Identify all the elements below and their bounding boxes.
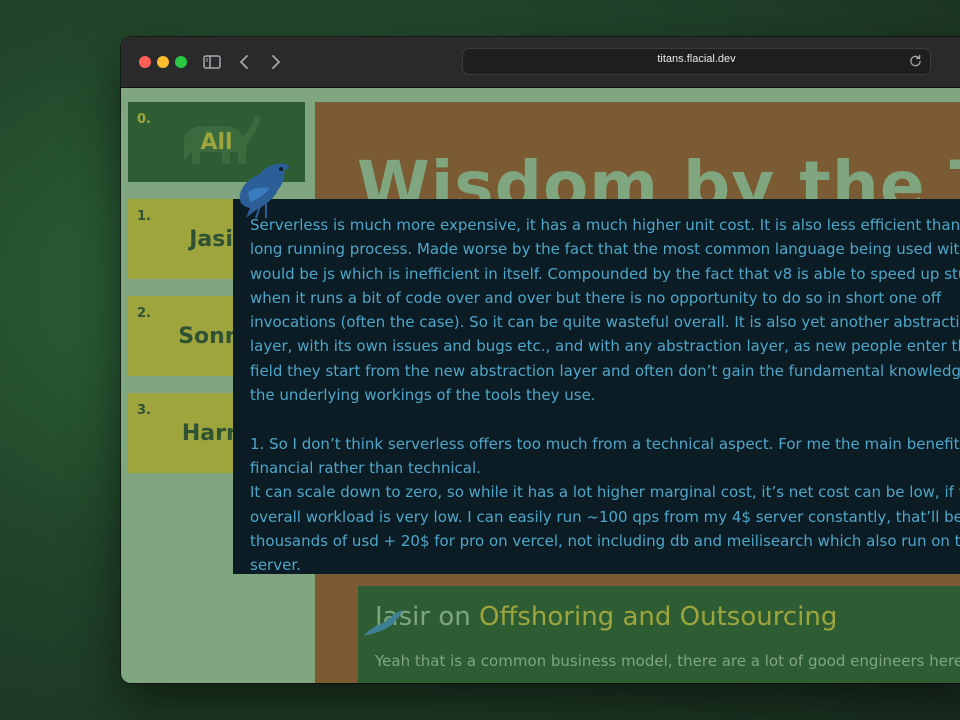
address-bar[interactable]: titans.flacial.dev (462, 48, 931, 75)
reload-icon[interactable] (909, 54, 922, 67)
forward-arrow-icon[interactable] (269, 52, 283, 72)
back-arrow-icon[interactable] (237, 52, 251, 72)
close-window-button[interactable] (139, 56, 151, 68)
sidebar-toggle-icon[interactable] (203, 52, 221, 72)
bird-icon (239, 163, 290, 219)
bird-icon (363, 610, 403, 636)
post-title[interactable]: Jasir on Offshoring and Outsourcing (375, 602, 837, 632)
card-number: 0. (137, 112, 151, 127)
card-number: 1. (137, 209, 151, 224)
tooltip-text: Serverless is much more expensive, it ha… (250, 216, 960, 574)
maximize-window-button[interactable] (175, 56, 187, 68)
wisdom-tooltip: Serverless is much more expensive, it ha… (233, 199, 960, 574)
card-number: 2. (137, 306, 151, 321)
browser-titlebar: titans.flacial.dev (121, 37, 960, 88)
post-connector: on (438, 602, 471, 632)
minimize-window-button[interactable] (157, 56, 169, 68)
post-topic: Offshoring and Outsourcing (478, 602, 838, 632)
post-preview: Yeah that is a common business model, th… (375, 652, 960, 670)
address-bar-url[interactable]: titans.flacial.dev (463, 53, 930, 65)
wisdom-post-card[interactable]: Jasir on Offshoring and Outsourcing Yeah… (358, 586, 960, 683)
card-number: 3. (137, 403, 151, 418)
